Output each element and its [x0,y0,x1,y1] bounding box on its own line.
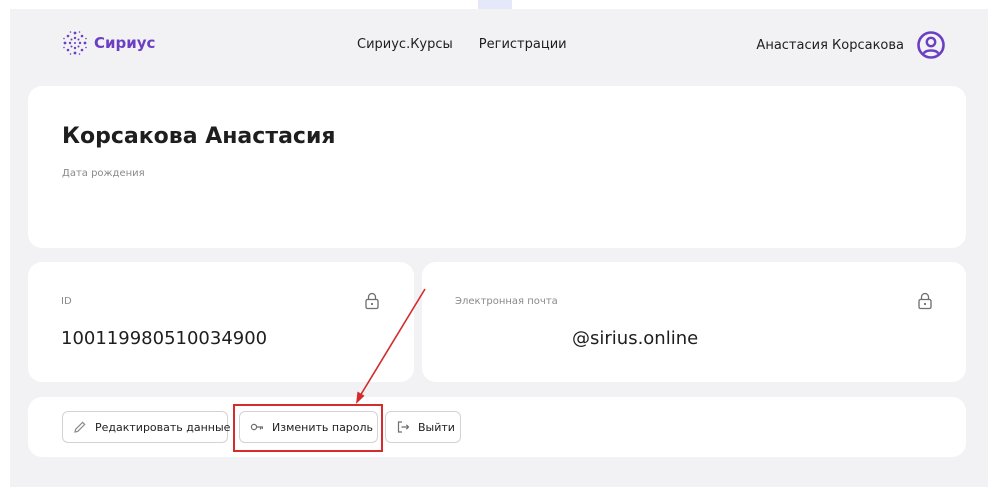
lock-icon [364,292,380,310]
header: Сириус Сириус.Курсы Регистрации Анастаси… [10,9,988,79]
id-card: ID 100119980510034900 [28,262,414,382]
change-password-label: Изменить пароль [272,420,374,434]
key-icon [250,423,263,431]
nav-item-courses[interactable]: Сириус.Курсы [357,37,453,52]
profile-card: Корсакова Анастасия Дата рождения [28,86,966,248]
main-nav: Сириус.Курсы Регистрации [357,37,567,52]
user-avatar-icon [917,31,945,59]
email-value: @sirius.online [572,328,699,349]
email-card: Электронная почта @sirius.online [422,262,966,382]
pencil-icon [74,421,86,433]
sirius-logo-icon [63,31,87,55]
logout-icon [397,421,410,433]
change-password-button[interactable]: Изменить пароль [239,411,378,443]
user-name: Анастасия Корсакова [756,37,904,53]
edit-data-label: Редактировать данные [95,420,231,434]
actions-card: Редактировать данные Изменить пароль Вый… [28,397,966,457]
avatar[interactable] [916,30,946,60]
lock-icon [917,292,933,310]
logout-label: Выйти [418,420,455,434]
id-value: 100119980510034900 [61,328,268,349]
nav-item-registrations[interactable]: Регистрации [479,37,567,52]
logout-button[interactable]: Выйти [385,411,461,443]
user-menu[interactable]: Анастасия Корсакова [756,30,946,60]
logo-text: Сириус [94,34,156,52]
profile-name: Корсакова Анастасия [62,124,336,149]
id-label: ID [61,296,72,307]
email-label: Электронная почта [455,296,558,307]
birth-date-label: Дата рождения [62,168,145,179]
edit-data-button[interactable]: Редактировать данные [62,411,231,443]
top-decoration [478,0,512,9]
logo[interactable]: Сириус [62,30,155,56]
